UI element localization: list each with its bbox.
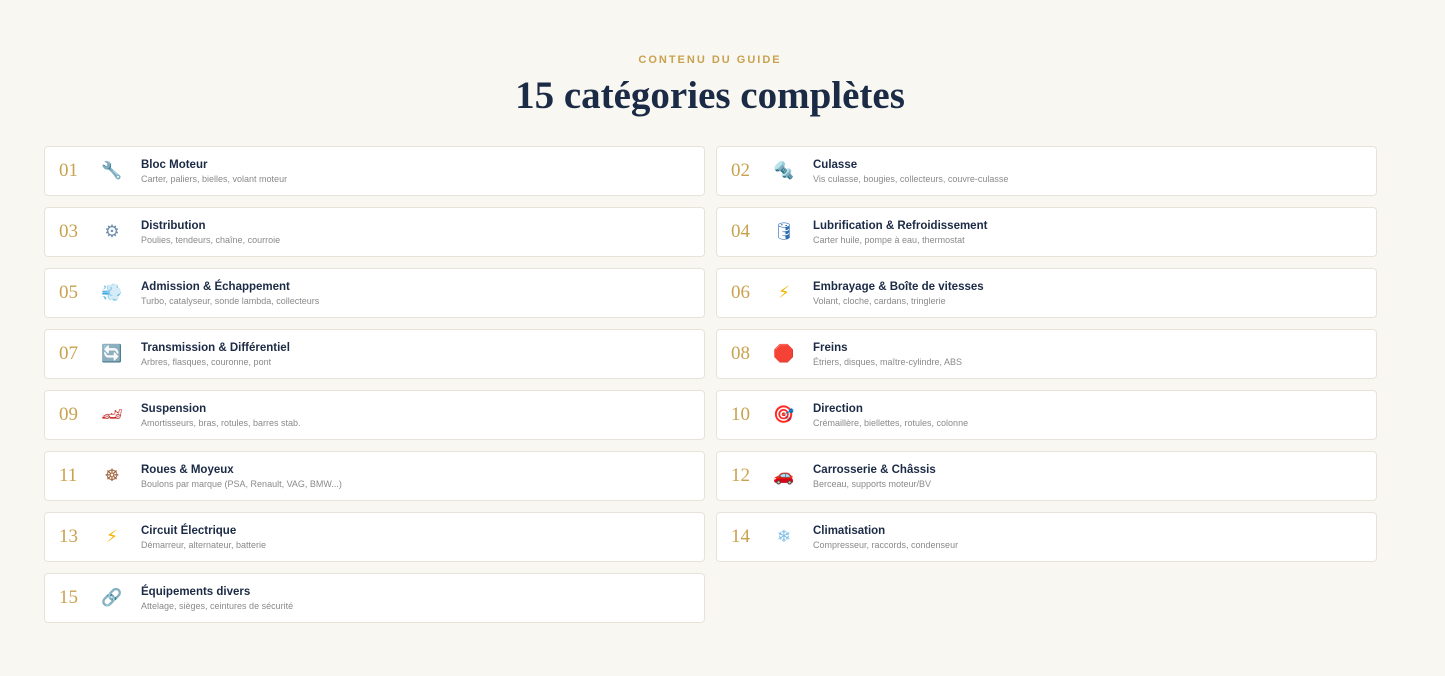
category-number: 02	[731, 160, 750, 181]
car-icon: 🚗	[773, 466, 795, 486]
category-text: Équipements divers Attelage, sièges, cein…	[141, 585, 293, 612]
category-card[interactable]: 09 🏎 Suspension Amortisseurs, bras, rotules…	[44, 390, 705, 440]
category-number: 07	[59, 343, 78, 364]
category-name: Distribution	[141, 219, 206, 232]
racing-car-icon: 🏎	[101, 405, 123, 425]
category-description: Crémaillère, biellettes, rotules, colonn…	[813, 417, 969, 428]
category-card[interactable]: 04 🛢 Lubrification & Refroidissement Carter…	[716, 207, 1377, 257]
category-description: Boulons par marque (PSA, Renault, VAG, B…	[141, 478, 342, 489]
category-name: Embrayage & Boîte de vitesses	[813, 280, 984, 293]
target-icon: 🎯	[773, 405, 795, 425]
category-card[interactable]: 07 🔄 Transmission & Différentiel Arbres, fl…	[44, 329, 705, 379]
category-card[interactable]: 08 🛑 Freins Étriers, disques, maître-cylind…	[716, 329, 1377, 379]
category-text: Admission & Échappement Turbo, catalyseur…	[141, 280, 319, 307]
category-card[interactable]: 12 🚗 Carrosserie & Châssis Berceau, support…	[716, 451, 1377, 501]
section-eyebrow: CONTENU DU GUIDE	[638, 54, 782, 66]
category-description: Compresseur, raccords, condenseur	[813, 539, 959, 550]
category-name: Roues & Moyeux	[141, 463, 234, 476]
category-number: 04	[731, 221, 750, 242]
category-text: Roues & Moyeux Boulons par marque (PSA, R…	[141, 463, 342, 490]
lightning-icon: ⚡	[106, 527, 118, 547]
category-number: 13	[59, 526, 78, 547]
category-name: Admission & Échappement	[141, 280, 290, 293]
category-description: Carter, paliers, bielles, volant moteur	[141, 173, 288, 184]
category-card[interactable]: 05 💨 Admission & Échappement Turbo, catalys…	[44, 268, 705, 318]
category-card[interactable]: 11 ☸ Roues & Moyeux Boulons par marque (PSA…	[44, 451, 705, 501]
category-card[interactable]: 03 ⚙ Distribution Poulies, tendeurs, chaîne…	[44, 207, 705, 257]
category-name: Freins	[813, 341, 848, 354]
category-number: 10	[731, 404, 750, 425]
category-description: Vis culasse, bougies, collecteurs, couvr…	[813, 173, 1009, 184]
category-name: Équipements divers	[141, 585, 251, 598]
category-description: Poulies, tendeurs, chaîne, courroie	[141, 234, 281, 245]
category-description: Carter huile, pompe à eau, thermostat	[813, 234, 965, 245]
page-title: 15 catégories complètes	[515, 74, 905, 117]
category-number: 12	[731, 465, 750, 486]
category-description: Démarreur, alternateur, batterie	[141, 539, 267, 550]
lightning-icon: ⚡	[778, 283, 790, 303]
category-name: Climatisation	[813, 524, 886, 537]
category-description: Turbo, catalyseur, sonde lambda, collect…	[141, 295, 320, 306]
arrows-cycle-icon: 🔄	[101, 344, 123, 364]
category-number: 09	[59, 404, 78, 425]
category-name: Transmission & Différentiel	[141, 341, 290, 354]
category-text: Bloc Moteur Carter, paliers, bielles, vol…	[141, 158, 287, 185]
category-text: Direction Crémaillère, biellettes, rotule…	[813, 402, 968, 429]
category-name: Culasse	[813, 158, 858, 171]
category-name: Circuit Électrique	[141, 524, 237, 537]
category-card[interactable]: 01 🔧 Bloc Moteur Carter, paliers, bielles, …	[44, 146, 705, 196]
category-text: Transmission & Différentiel Arbres, flasq…	[141, 341, 290, 368]
category-text: Climatisation Compresseur, raccords, cond…	[813, 524, 958, 551]
category-name: Bloc Moteur	[141, 158, 208, 171]
category-number: 01	[59, 160, 78, 181]
category-number: 05	[59, 282, 78, 303]
category-text: Lubrification & Refroidissement Carter hu…	[813, 219, 987, 246]
category-text: Freins Étriers, disques, maître-cylindre,…	[813, 341, 962, 368]
category-name: Suspension	[141, 402, 207, 415]
category-number: 06	[731, 282, 750, 303]
category-text: Embrayage & Boîte de vitesses Volant, clo…	[813, 280, 984, 307]
category-number: 14	[731, 526, 750, 547]
category-card[interactable]: 06 ⚡ Embrayage & Boîte de vitesses Volant, …	[716, 268, 1377, 318]
category-text: Suspension Amortisseurs, bras, rotules, b…	[141, 402, 301, 429]
category-card[interactable]: 14 ❄ Climatisation Compresseur, raccords, c…	[716, 512, 1377, 562]
category-name: Direction	[813, 402, 863, 415]
category-text: Culasse Vis culasse, bougies, collecteurs…	[813, 158, 1008, 185]
category-card[interactable]: 10 🎯 Direction Crémaillère, biellettes, rot…	[716, 390, 1377, 440]
category-number: 15	[59, 587, 78, 608]
nut-bolt-icon: 🔩	[773, 161, 795, 181]
category-text: Distribution Poulies, tendeurs, chaîne, c…	[141, 219, 280, 246]
category-card[interactable]: 02 🔩 Culasse Vis culasse, bougies, collecte…	[716, 146, 1377, 196]
categories-grid: 01 🔧 Bloc Moteur Carter, paliers, bielles, …	[44, 146, 1377, 623]
category-description: Amortisseurs, bras, rotules, barres stab…	[141, 417, 301, 428]
category-number: 03	[59, 221, 78, 242]
category-name: Lubrification & Refroidissement	[813, 219, 988, 232]
wheel-icon: ☸	[104, 466, 120, 486]
category-description: Attelage, sièges, ceintures de sécurité	[141, 600, 294, 611]
wrench-icon: 🔧	[101, 161, 123, 181]
stop-sign-icon: 🛑	[773, 344, 795, 364]
category-text: Circuit Électrique Démarreur, alternateur…	[141, 524, 266, 551]
category-description: Volant, cloche, cardans, tringlerie	[813, 295, 946, 306]
oil-drum-icon: 🛢	[773, 222, 795, 242]
category-description: Arbres, flasques, couronne, pont	[141, 356, 272, 367]
category-text: Carrosserie & Châssis Berceau, supports m…	[813, 463, 936, 490]
category-description: Berceau, supports moteur/BV	[813, 478, 932, 489]
snowflake-icon: ❄	[776, 527, 792, 547]
wind-icon: 💨	[101, 283, 123, 303]
category-description: Étriers, disques, maître-cylindre, ABS	[813, 356, 963, 367]
link-icon: 🔗	[101, 588, 123, 608]
category-number: 08	[731, 343, 750, 364]
gear-icon: ⚙	[104, 222, 120, 242]
category-card[interactable]: 13 ⚡ Circuit Électrique Démarreur, alternat…	[44, 512, 705, 562]
category-name: Carrosserie & Châssis	[813, 463, 936, 476]
category-number: 11	[59, 465, 78, 486]
category-card[interactable]: 15 🔗 Équipements divers Attelage, sièges, c…	[44, 573, 705, 623]
